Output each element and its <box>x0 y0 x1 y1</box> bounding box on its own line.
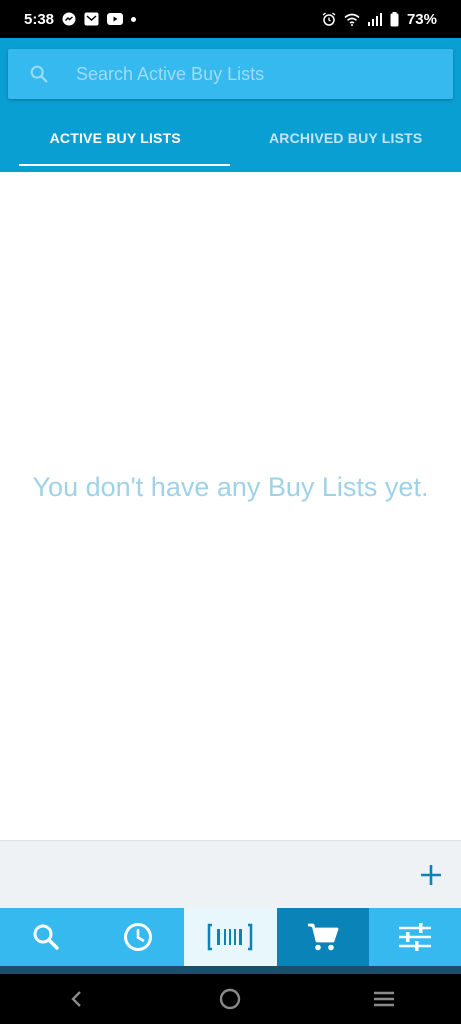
barcode-icon <box>208 923 253 951</box>
sliders-icon <box>398 923 431 951</box>
bottom-nav <box>0 908 461 974</box>
empty-state-message: You don't have any Buy Lists yet. <box>32 472 429 502</box>
status-bar: 5:38 73% <box>0 0 461 38</box>
status-left: 5:38 <box>24 10 137 28</box>
nav-scan[interactable] <box>184 908 277 966</box>
search-icon <box>30 65 48 83</box>
nav-buy-lists[interactable] <box>276 908 369 966</box>
app-header: ACTIVE BUY LISTS ARCHIVED BUY LISTS <box>0 38 461 172</box>
alarm-icon <box>322 12 336 26</box>
tab-label: ARCHIVED BUY LISTS <box>269 130 423 146</box>
status-right: 73% <box>322 11 437 28</box>
status-time: 5:38 <box>24 10 55 28</box>
add-buy-list-button[interactable] <box>415 859 447 891</box>
nav-settings[interactable] <box>368 908 461 966</box>
wifi-icon <box>344 13 360 26</box>
system-nav-bar <box>0 974 461 1024</box>
chevron-left-icon <box>71 991 81 1007</box>
signal-icon <box>367 12 382 26</box>
clock-icon <box>124 923 153 951</box>
search-bar[interactable] <box>8 49 453 99</box>
notification-dot-icon <box>131 16 137 22</box>
system-home-button[interactable] <box>210 979 250 1019</box>
system-recents-button[interactable] <box>364 979 404 1019</box>
youtube-icon <box>107 13 124 25</box>
search-input[interactable] <box>74 62 418 86</box>
tab-archived-buy-lists[interactable]: ARCHIVED BUY LISTS <box>231 110 461 166</box>
nav-search[interactable] <box>0 908 93 966</box>
system-back-button[interactable] <box>57 979 97 1019</box>
buy-lists-content: You don't have any Buy Lists yet. <box>0 172 461 840</box>
tab-label: ACTIVE BUY LISTS <box>49 130 181 146</box>
cart-icon <box>307 923 339 951</box>
tab-bar: ACTIVE BUY LISTS ARCHIVED BUY LISTS <box>0 110 461 166</box>
search-icon <box>33 924 59 950</box>
messenger-icon <box>62 12 76 26</box>
mail-icon <box>84 12 99 26</box>
action-bar <box>0 840 461 908</box>
tab-active-buy-lists[interactable]: ACTIVE BUY LISTS <box>0 110 231 166</box>
nav-history[interactable] <box>92 908 185 966</box>
home-circle-icon <box>220 988 241 1010</box>
bottom-nav-shadow <box>0 966 461 974</box>
battery-percent: 73% <box>406 10 437 28</box>
plus-icon <box>421 865 441 885</box>
tab-indicator <box>19 164 230 166</box>
recents-icon <box>374 991 395 1007</box>
battery-icon <box>390 11 399 27</box>
